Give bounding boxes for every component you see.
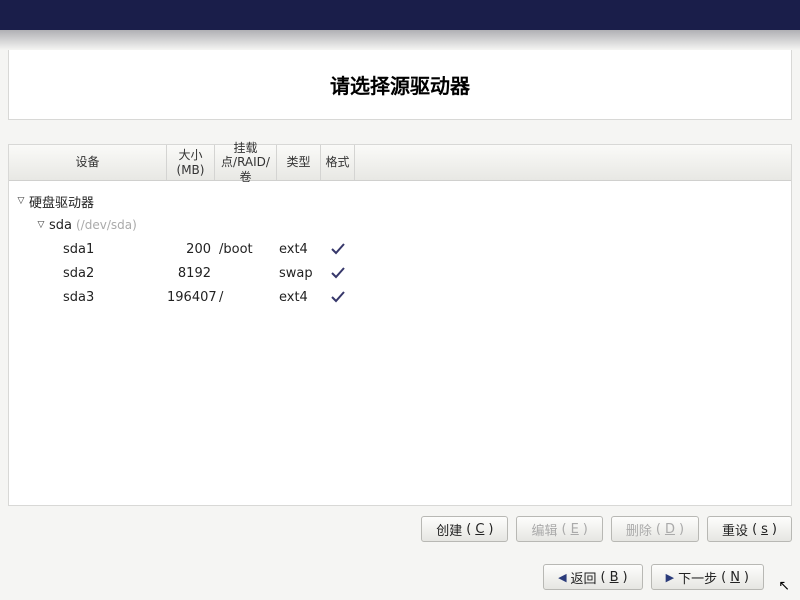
spacer: [0, 120, 800, 144]
back-button[interactable]: ◀返回 (B): [543, 564, 643, 590]
delete-button: 删除 (D): [611, 516, 699, 542]
disk-name: sda: [49, 218, 72, 233]
table-header: 设备 大小(MB) 挂载点/RAID/卷 类型 格式: [9, 145, 791, 181]
partition-row[interactable]: sda2 8192 swap: [9, 261, 791, 285]
action-bar: 创建(C) 编辑(E) 删除 (D) 重设(s): [0, 506, 800, 542]
part-mount: /: [215, 290, 277, 305]
footer-bar: ◀返回 (B) ▶下一步 (N): [543, 564, 764, 590]
col-type[interactable]: 类型: [277, 145, 321, 180]
table-body: ▽ 硬盘驱动器 ▽ sda (/dev/sda) sda1 200 /boot …: [9, 181, 791, 505]
edit-button: 编辑(E): [516, 516, 602, 542]
col-mount[interactable]: 挂载点/RAID/卷: [215, 145, 277, 180]
part-format: [321, 289, 355, 305]
part-name: sda1: [63, 242, 94, 257]
page-title: 请选择源驱动器: [9, 70, 791, 99]
check-icon: [330, 265, 346, 281]
partition-row[interactable]: sda1 200 /boot ext4: [9, 237, 791, 261]
part-size: 196407: [167, 290, 215, 305]
disk-path: (/dev/sda): [76, 218, 137, 232]
create-button[interactable]: 创建(C): [421, 516, 508, 542]
part-name: sda2: [63, 266, 94, 281]
partition-row[interactable]: sda3 196407 / ext4: [9, 285, 791, 309]
part-name: sda3: [63, 290, 94, 305]
reset-button[interactable]: 重设(s): [707, 516, 792, 542]
col-rest: [355, 145, 791, 180]
expand-icon[interactable]: ▽: [35, 220, 47, 230]
part-type: swap: [277, 266, 321, 281]
cursor-icon: ↖: [778, 578, 790, 594]
part-type: ext4: [277, 290, 321, 305]
expand-icon[interactable]: ▽: [15, 196, 27, 206]
partition-table: 设备 大小(MB) 挂载点/RAID/卷 类型 格式 ▽ 硬盘驱动器 ▽ sda…: [8, 144, 792, 506]
check-icon: [330, 289, 346, 305]
disk-row[interactable]: ▽ sda (/dev/sda): [9, 213, 791, 237]
part-mount: /boot: [215, 242, 277, 257]
part-format: [321, 265, 355, 281]
next-button[interactable]: ▶下一步 (N): [651, 564, 764, 590]
root-label: 硬盘驱动器: [29, 192, 94, 211]
part-size: 200: [167, 242, 215, 257]
arrow-left-icon: ◀: [558, 571, 566, 584]
title-panel: 请选择源驱动器: [8, 50, 792, 120]
top-banner: [0, 0, 800, 50]
part-size: 8192: [167, 266, 215, 281]
tree-root-row[interactable]: ▽ 硬盘驱动器: [9, 189, 791, 213]
col-format[interactable]: 格式: [321, 145, 355, 180]
col-size[interactable]: 大小(MB): [167, 145, 215, 180]
part-type: ext4: [277, 242, 321, 257]
check-icon: [330, 241, 346, 257]
arrow-right-icon: ▶: [666, 571, 674, 584]
col-device[interactable]: 设备: [9, 145, 167, 180]
part-format: [321, 241, 355, 257]
